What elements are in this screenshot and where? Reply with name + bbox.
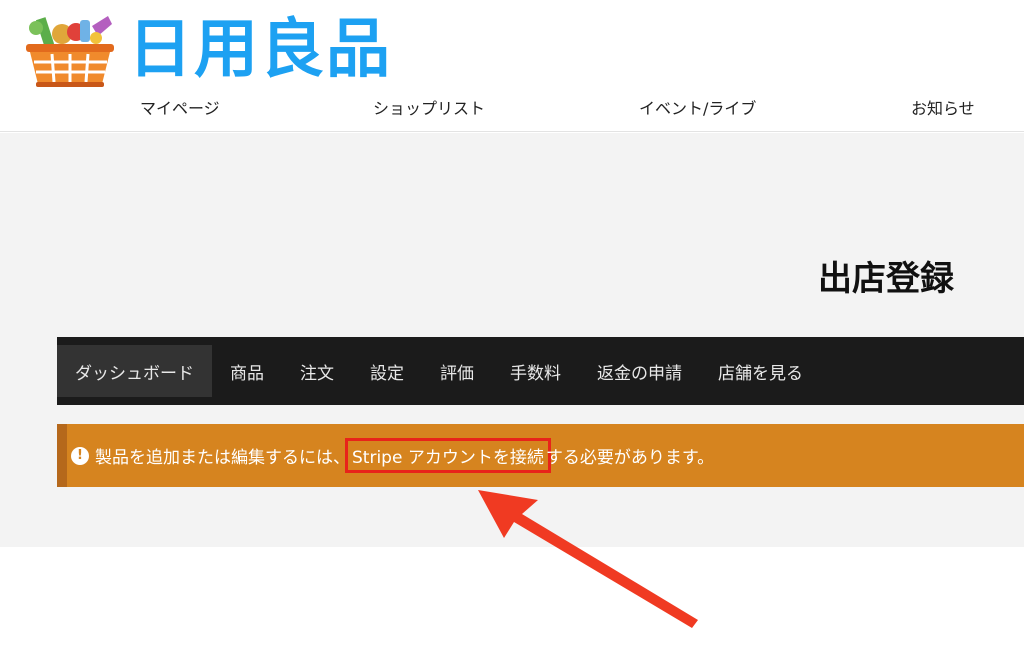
- tab-refund-requests[interactable]: 返金の申請: [579, 337, 700, 405]
- dashboard-navigation: ダッシュボード 商品 注文 設定 評価 手数料 返金の申請 店舗を見る: [57, 337, 1024, 405]
- tab-settings[interactable]: 設定: [352, 337, 422, 405]
- tab-dashboard[interactable]: ダッシュボード: [57, 345, 212, 397]
- exclamation-circle-icon: !: [71, 446, 89, 465]
- basket-icon: [26, 16, 114, 87]
- nav-link-news[interactable]: お知らせ: [911, 96, 975, 122]
- annotation-arrow-icon: [478, 490, 698, 628]
- notice-text-before: 製品を追加または編集するには、: [95, 448, 350, 468]
- tab-products[interactable]: 商品: [212, 337, 282, 405]
- tab-reviews[interactable]: 評価: [422, 337, 492, 405]
- logo-text: 日用良品: [128, 13, 392, 87]
- nav-link-events[interactable]: イベント/ライブ: [639, 96, 756, 122]
- stripe-notice: ! 製品を追加または編集するには、 Stripe アカウントを接続 する必要があ…: [57, 424, 1024, 487]
- tab-fees[interactable]: 手数料: [492, 337, 579, 405]
- nav-link-mypage[interactable]: マイページ: [140, 96, 220, 122]
- page-title: 出店登録: [818, 259, 954, 299]
- tab-view-store[interactable]: 店舗を見る: [700, 337, 821, 405]
- connect-stripe-link[interactable]: Stripe アカウントを接続: [345, 438, 551, 473]
- nav-link-shop-list[interactable]: ショップリスト: [373, 96, 485, 122]
- tab-orders[interactable]: 注文: [282, 337, 352, 405]
- notice-text-after: する必要があります。: [545, 448, 715, 468]
- site-header: 日用良品 マイページ ショップリスト イベント/ライブ お知らせ: [0, 0, 1024, 132]
- site-logo[interactable]: 日用良品: [22, 12, 392, 88]
- top-navigation: マイページ ショップリスト イベント/ライブ お知らせ: [0, 96, 1024, 122]
